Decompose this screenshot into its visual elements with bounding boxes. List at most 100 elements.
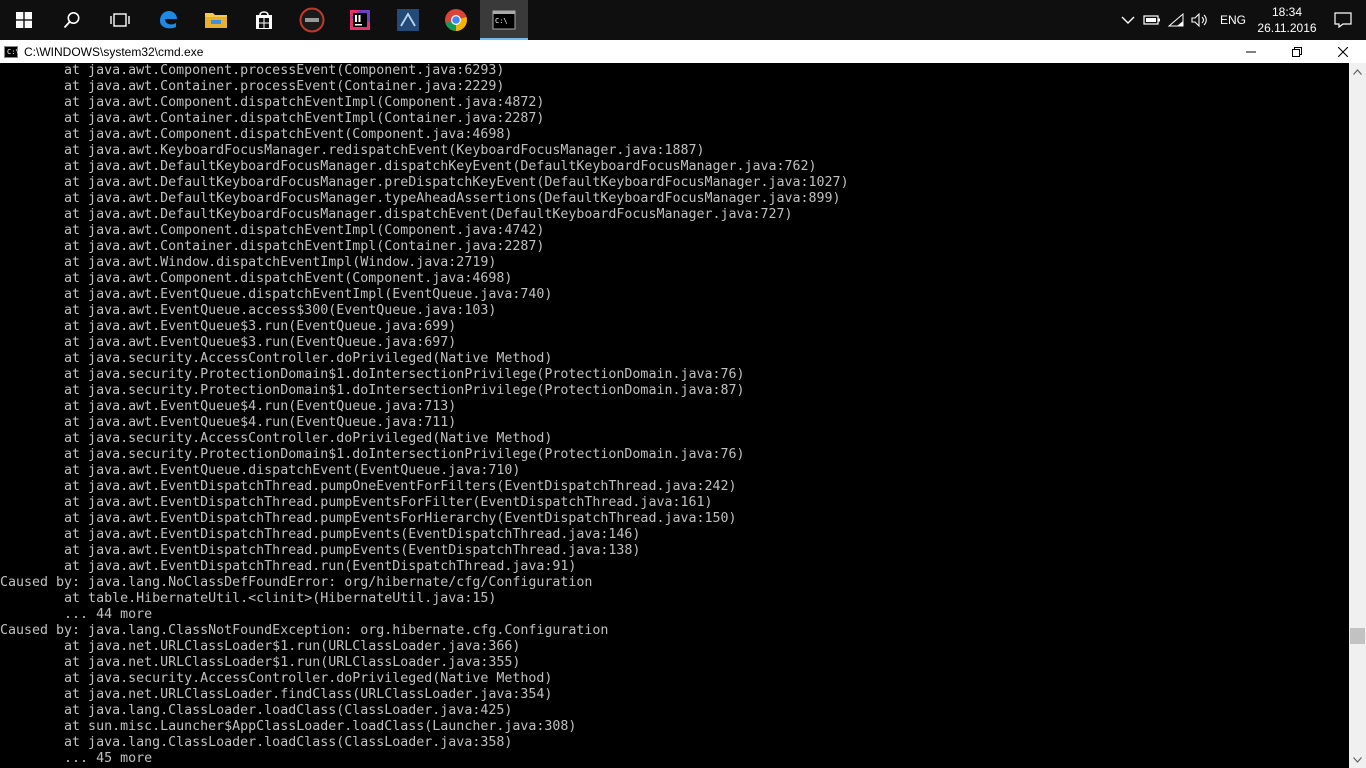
console-line: Caused by: java.lang.NoClassDefFoundErro… [0, 575, 593, 590]
notification-icon [1334, 12, 1352, 28]
scroll-thumb[interactable] [1350, 628, 1365, 644]
console-line: at java.awt.Component.dispatchEvent(Comp… [0, 271, 513, 286]
console-line: at java.lang.ClassLoader.loadClass(Class… [0, 703, 513, 718]
search-button[interactable] [48, 0, 96, 40]
console-line: at java.awt.Window.dispatchEventImpl(Win… [0, 255, 497, 270]
store-icon [256, 11, 272, 29]
console-line: at java.net.URLClassLoader$1.run(URLClas… [0, 655, 521, 670]
volume-button[interactable] [1188, 0, 1212, 40]
window-controls [1228, 40, 1366, 63]
cmd-icon: C:\ [492, 10, 516, 30]
svg-text:C:\: C:\ [495, 17, 508, 25]
console-line: at java.awt.Component.dispatchEventImpl(… [0, 95, 545, 110]
taskbar-app-workbench[interactable] [384, 0, 432, 40]
minimize-icon [1246, 51, 1256, 52]
console-line: ... 45 more [0, 751, 153, 766]
console-line: at java.awt.EventDispatchThread.run(Even… [0, 559, 577, 574]
console-line: at java.awt.EventQueue.access$300(EventQ… [0, 303, 497, 318]
clock[interactable]: 18:34 26.11.2016 [1254, 4, 1320, 36]
edge-icon [160, 11, 177, 29]
console-line: at java.awt.EventQueue$4.run(EventQueue.… [0, 399, 457, 414]
restore-icon [1292, 46, 1302, 57]
input-language[interactable]: ENG [1212, 13, 1254, 27]
window-titlebar[interactable]: C:\ C:\WINDOWS\system32\cmd.exe [0, 40, 1366, 63]
console-line: at java.security.ProtectionDomain$1.doIn… [0, 447, 745, 462]
console-line: at java.awt.Container.processEvent(Conta… [0, 79, 505, 94]
console-line: at java.security.AccessController.doPriv… [0, 671, 553, 686]
console-line: at java.awt.EventDispatchThread.pumpEven… [0, 511, 737, 526]
windows-logo-icon [16, 12, 32, 28]
console-line: at java.awt.EventQueue.dispatchEvent(Eve… [0, 463, 521, 478]
scroll-up-button[interactable] [1349, 63, 1366, 80]
asus-icon [299, 7, 325, 33]
console-line: at java.awt.DefaultKeyboardFocusManager.… [0, 207, 793, 222]
console-line: at java.lang.ClassLoader.loadClass(Class… [0, 735, 513, 750]
console-line: at java.net.URLClassLoader.findClass(URL… [0, 687, 553, 702]
console-line: at java.awt.EventDispatchThread.pumpOneE… [0, 479, 737, 494]
console-line: at java.awt.EventDispatchThread.pumpEven… [0, 543, 641, 558]
clock-time: 18:34 [1271, 5, 1303, 19]
taskbar: C:\ ENG 18:34 26.11.2016 [0, 0, 1366, 40]
console-line: at java.net.URLClassLoader$1.run(URLClas… [0, 639, 521, 654]
console-line: at java.awt.Component.dispatchEvent(Comp… [0, 127, 513, 142]
scroll-down-button[interactable] [1349, 751, 1366, 768]
wifi-icon [1167, 13, 1184, 27]
chrome-icon [445, 9, 467, 31]
cmd-window-icon[interactable]: C:\ [4, 45, 20, 58]
console-output[interactable]: at java.awt.Component.processEvent(Compo… [0, 63, 1349, 768]
console-line: at java.awt.Container.dispatchEventImpl(… [0, 239, 545, 254]
console-line: at java.awt.KeyboardFocusManager.redispa… [0, 143, 705, 158]
console-line: at java.awt.Container.dispatchEventImpl(… [0, 111, 545, 126]
console-line: at java.awt.EventDispatchThread.pumpEven… [0, 527, 641, 542]
battery-button[interactable] [1140, 0, 1164, 40]
window-title: C:\WINDOWS\system32\cmd.exe [24, 44, 204, 59]
close-button[interactable] [1320, 40, 1366, 63]
console-line: at java.awt.DefaultKeyboardFocusManager.… [0, 191, 841, 206]
taskbar-app-intellij[interactable] [336, 0, 384, 40]
minimize-button[interactable] [1228, 40, 1274, 63]
action-center-button[interactable] [1320, 0, 1366, 40]
taskbar-app-chrome[interactable] [432, 0, 480, 40]
workbench-icon [397, 9, 419, 31]
system-tray: ENG 18:34 26.11.2016 [1116, 0, 1366, 40]
clock-date: 26.11.2016 [1257, 21, 1317, 35]
console-line: at java.awt.EventQueue$3.run(EventQueue.… [0, 319, 457, 334]
vertical-scrollbar[interactable] [1349, 63, 1366, 768]
close-icon [1338, 46, 1348, 57]
console-line: at java.awt.EventDispatchThread.pumpEven… [0, 495, 713, 510]
speaker-icon [1191, 13, 1207, 27]
console-line: at java.awt.EventQueue$4.run(EventQueue.… [0, 415, 457, 430]
chevron-up-icon [1353, 68, 1362, 75]
restore-button[interactable] [1274, 40, 1320, 63]
battery-icon [1143, 15, 1160, 25]
console-line: at java.security.AccessController.doPriv… [0, 431, 553, 446]
console-line: Caused by: java.lang.ClassNotFoundExcept… [0, 623, 609, 638]
console-line: at java.security.ProtectionDomain$1.doIn… [0, 367, 745, 382]
task-view-button[interactable] [96, 0, 144, 40]
console-line: at java.awt.EventQueue$3.run(EventQueue.… [0, 335, 457, 350]
network-button[interactable] [1164, 0, 1188, 40]
taskbar-app-edge[interactable] [144, 0, 192, 40]
console-line: at java.awt.Component.dispatchEventImpl(… [0, 223, 545, 238]
console-line: at java.awt.EventQueue.dispatchEventImpl… [0, 287, 553, 302]
console-line: at java.awt.DefaultKeyboardFocusManager.… [0, 159, 817, 174]
console-line: at java.awt.Component.processEvent(Compo… [0, 63, 505, 78]
taskbar-app-asus[interactable] [288, 0, 336, 40]
start-button[interactable] [0, 0, 48, 40]
taskbar-app-file-explorer[interactable] [192, 0, 240, 40]
task-view-icon [110, 13, 130, 27]
console-line: ... 44 more [0, 607, 153, 622]
taskbar-app-cmd[interactable]: C:\ [480, 0, 528, 40]
console-line: at table.HibernateUtil.<clinit>(Hibernat… [0, 591, 497, 606]
console-line: at sun.misc.Launcher$AppClassLoader.load… [0, 719, 577, 734]
search-icon [63, 12, 80, 29]
folder-icon [205, 13, 227, 28]
show-hidden-icons-button[interactable] [1116, 0, 1140, 40]
intellij-icon [350, 10, 370, 30]
chevron-up-icon [1121, 16, 1135, 24]
console-line: at java.awt.DefaultKeyboardFocusManager.… [0, 175, 849, 190]
taskbar-app-store[interactable] [240, 0, 288, 40]
chevron-down-icon [1353, 756, 1362, 763]
console-line: at java.security.ProtectionDomain$1.doIn… [0, 383, 745, 398]
console-line: at java.security.AccessController.doPriv… [0, 351, 553, 366]
